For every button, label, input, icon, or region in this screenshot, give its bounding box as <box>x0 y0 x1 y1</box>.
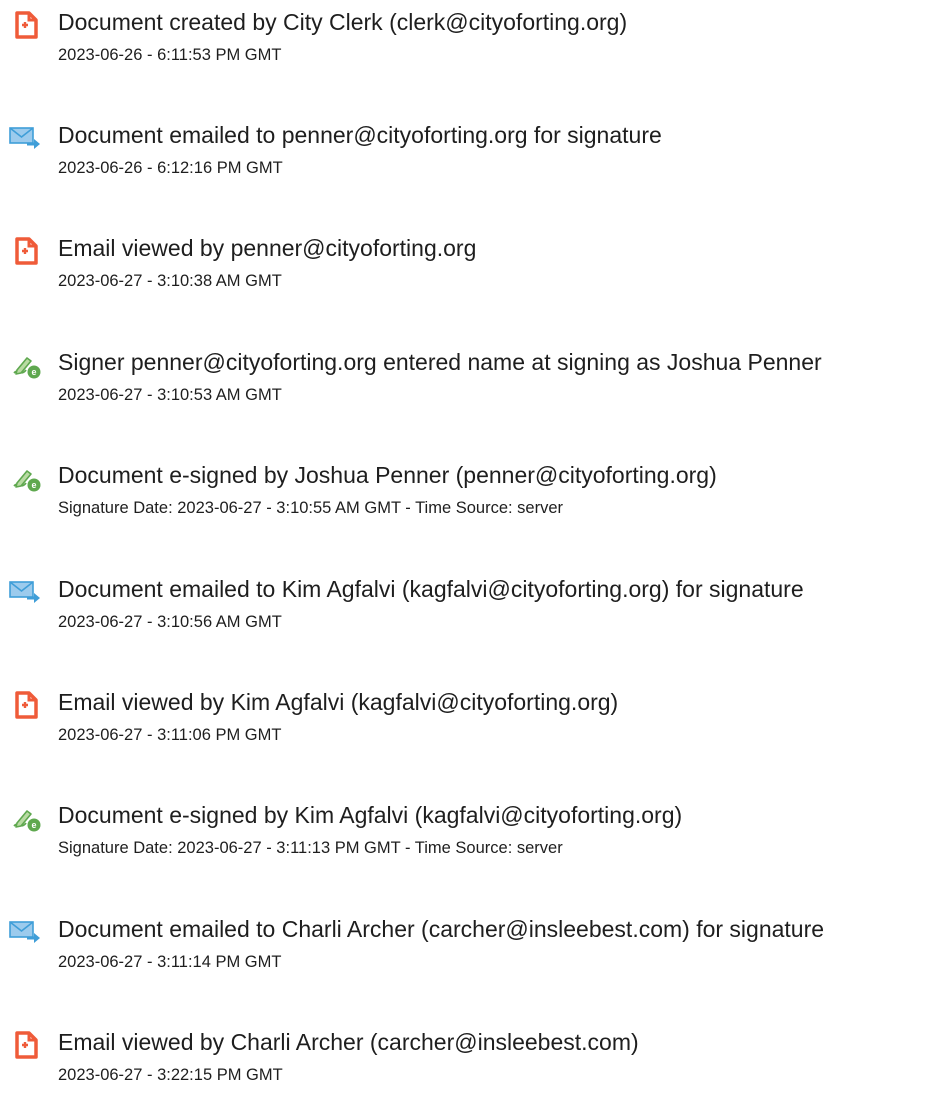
entry-date: Signature Date: 2023-06-27 - 3:11:13 PM … <box>58 839 563 857</box>
audit-entry: Document created by City Clerk (clerk@ci… <box>0 5 947 85</box>
entry-date: 2023-06-27 - 3:22:15 PM GMT <box>58 1066 283 1084</box>
entry-date: 2023-06-27 - 3:11:06 PM GMT <box>58 726 282 744</box>
audit-entry: Document emailed to penner@cityoforting.… <box>0 118 947 198</box>
entry-title: Document emailed to Kim Agfalvi (kagfalv… <box>58 576 804 602</box>
audit-entry: e Document e-signed by Kim Agfalvi (kagf… <box>0 798 947 878</box>
email-viewed-icon <box>8 689 44 721</box>
entry-title: Document emailed to penner@cityoforting.… <box>58 122 662 148</box>
email-sent-icon <box>8 916 44 948</box>
svg-text:e: e <box>31 367 36 377</box>
entry-date: 2023-06-26 - 6:12:16 PM GMT <box>58 159 283 177</box>
audit-entry: Email viewed by penner@cityoforting.org 2… <box>0 231 947 311</box>
entry-date: 2023-06-27 - 3:10:53 AM GMT <box>58 386 282 404</box>
entry-title: Document created by City Clerk (clerk@ci… <box>58 9 628 35</box>
entry-date: 2023-06-26 - 6:11:53 PM GMT <box>58 46 282 64</box>
entry-title: Email viewed by penner@cityoforting.org <box>58 235 477 261</box>
e-sign-icon: e <box>8 349 44 381</box>
entry-date: 2023-06-27 - 3:10:56 AM GMT <box>58 613 282 631</box>
audit-entry: Document emailed to Kim Agfalvi (kagfalv… <box>0 572 947 652</box>
entry-title: Document e-signed by Kim Agfalvi (kagfal… <box>58 802 683 828</box>
entry-date: 2023-06-27 - 3:11:14 PM GMT <box>58 953 282 971</box>
audit-entry: e Signer penner@cityoforting.org entered… <box>0 345 947 425</box>
email-sent-icon <box>8 122 44 154</box>
entry-title: Email viewed by Charli Archer (carcher@i… <box>58 1029 639 1055</box>
e-sign-icon: e <box>8 802 44 834</box>
entry-title: Email viewed by Kim Agfalvi (kagfalvi@ci… <box>58 689 619 715</box>
svg-text:e: e <box>31 820 36 830</box>
entry-title: Document emailed to Charli Archer (carch… <box>58 916 825 942</box>
audit-entry: e Document e-signed by Joshua Penner (pe… <box>0 458 947 538</box>
entry-date: Signature Date: 2023-06-27 - 3:10:55 AM … <box>58 499 564 517</box>
entry-title: Signer penner@cityoforting.org entered n… <box>58 349 822 375</box>
email-viewed-icon <box>8 235 44 267</box>
document-created-icon <box>8 9 44 41</box>
email-sent-icon <box>8 576 44 608</box>
audit-entry: Document emailed to Charli Archer (carch… <box>0 912 947 992</box>
entry-date: 2023-06-27 - 3:10:38 AM GMT <box>58 272 282 290</box>
entry-title: Document e-signed by Joshua Penner (penn… <box>58 462 717 488</box>
audit-entry: Email viewed by Charli Archer (carcher@i… <box>0 1025 947 1105</box>
e-sign-icon: e <box>8 462 44 494</box>
email-viewed-icon <box>8 1029 44 1061</box>
svg-text:e: e <box>31 480 36 490</box>
audit-entry: Email viewed by Kim Agfalvi (kagfalvi@ci… <box>0 685 947 765</box>
